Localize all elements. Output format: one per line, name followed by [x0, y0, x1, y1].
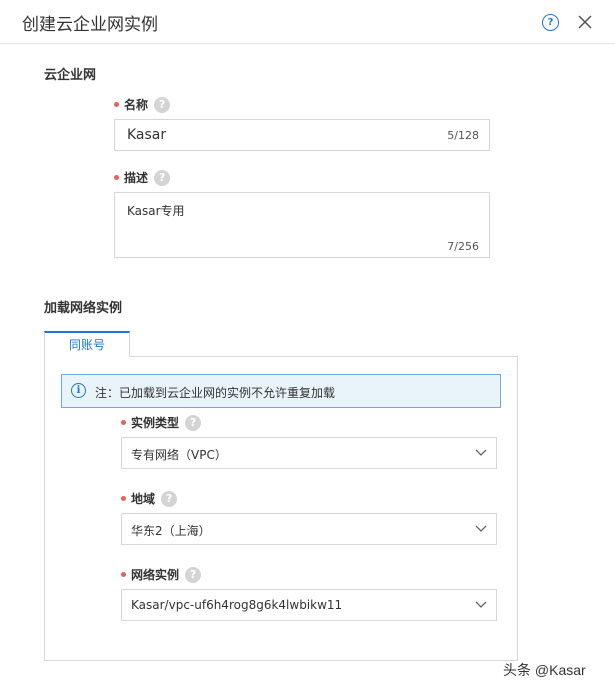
dialog-title: 创建云企业网实例	[22, 15, 158, 35]
notice-banner: i 注：已加载到云企业网的实例不允许重复加载	[61, 374, 501, 408]
attach-section-title: 加载网络实例	[44, 301, 123, 316]
instance-type-select[interactable]: 专有网络（VPC）	[121, 437, 497, 469]
name-input[interactable]: Kasar 5/128	[114, 119, 490, 151]
name-label-text: 名称	[124, 98, 149, 112]
description-value[interactable]: Kasar专用	[127, 202, 185, 219]
close-icon[interactable]	[578, 15, 592, 29]
instance-type-value: 专有网络（VPC）	[131, 448, 227, 462]
instance-type-label: 实例类型 ?	[121, 414, 202, 431]
tab-same-account[interactable]: 同账号	[44, 331, 130, 357]
help-icon[interactable]: ?	[542, 14, 559, 31]
network-instance-help-icon[interactable]: ?	[185, 566, 202, 583]
cen-section-title: 云企业网	[44, 68, 97, 83]
description-label: 描述 ?	[114, 169, 171, 186]
chevron-down-icon	[475, 449, 487, 456]
required-dot	[121, 572, 126, 577]
required-dot	[121, 420, 126, 425]
name-help-icon[interactable]: ?	[154, 96, 171, 113]
region-select[interactable]: 华东2（上海）	[121, 513, 497, 545]
description-char-counter: 7/256	[447, 240, 479, 253]
network-instance-label: 网络实例 ?	[121, 566, 202, 583]
required-dot	[114, 175, 119, 180]
description-textarea[interactable]: Kasar专用 7/256	[114, 192, 490, 258]
watermark: 头条 @Kasar	[503, 662, 586, 678]
description-help-icon[interactable]: ?	[154, 169, 171, 186]
chevron-down-icon	[475, 525, 487, 532]
required-dot	[121, 496, 126, 501]
name-input-value[interactable]: Kasar	[127, 127, 166, 143]
name-char-counter: 5/128	[447, 129, 479, 142]
region-help-icon[interactable]: ?	[161, 490, 178, 507]
chevron-down-icon	[475, 601, 487, 608]
info-icon: i	[71, 383, 86, 398]
network-instance-select[interactable]: Kasar/vpc-uf6h4rog8g6k4lwbikw11	[121, 589, 497, 621]
instance-type-label-text: 实例类型	[131, 416, 180, 430]
notice-text: 注：已加载到云企业网的实例不允许重复加载	[95, 386, 336, 400]
name-label: 名称 ?	[114, 96, 171, 113]
description-label-text: 描述	[124, 171, 149, 185]
region-label: 地域 ?	[121, 490, 178, 507]
instance-type-help-icon[interactable]: ?	[185, 414, 202, 431]
region-value: 华东2（上海）	[131, 524, 211, 538]
network-instance-label-text: 网络实例	[131, 568, 180, 582]
dialog-header: 创建云企业网实例 ?	[0, 0, 615, 44]
region-label-text: 地域	[131, 492, 156, 506]
required-dot	[114, 102, 119, 107]
network-instance-value: Kasar/vpc-uf6h4rog8g6k4lwbikw11	[131, 598, 343, 612]
